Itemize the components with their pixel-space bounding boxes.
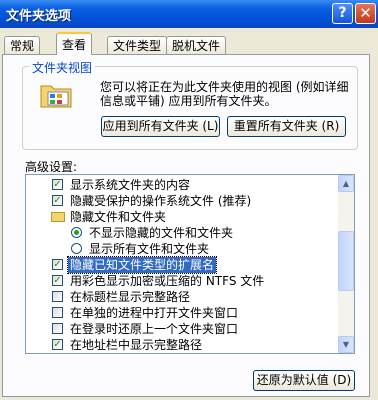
checkbox-checked[interactable]: ✓	[52, 275, 63, 286]
tab-file-types[interactable]: 文件类型	[107, 36, 168, 54]
folder-views-description: 您可以将正在为此文件夹使用的视图 (例如详细信息或平铺) 应用到所有文件夹。	[100, 80, 349, 108]
radio-selected[interactable]	[71, 227, 82, 238]
advanced-settings-label: 高级设置:	[25, 160, 78, 174]
close-button[interactable]: ✕	[355, 3, 376, 24]
title-bar[interactable]: 文件夹选项 ? ✕	[0, 0, 378, 28]
folder-icon	[51, 212, 65, 222]
restore-defaults-button[interactable]: 还原为默认值 (D)	[253, 370, 355, 391]
scroll-down-button[interactable]: ▼	[338, 336, 354, 353]
list-item-label: 用彩色显示加密或压缩的 NTFS 文件	[70, 274, 265, 288]
apply-to-all-folders-button[interactable]: 应用到所有文件夹 (L)	[101, 116, 220, 137]
scroll-up-button[interactable]: ▲	[338, 175, 354, 192]
folder-views-group	[22, 66, 358, 150]
tab-general[interactable]: 常规	[4, 36, 41, 54]
help-button[interactable]: ?	[332, 3, 353, 24]
list-item-label: 在地址栏中显示完整路径	[70, 338, 203, 352]
advanced-settings-list[interactable]: ✓ 显示系统文件夹的内容 ✓ 隐藏受保护的操作系统文件 (推荐) 隐藏文件和文件…	[25, 174, 355, 354]
checkbox-checked[interactable]: ✓	[52, 195, 63, 206]
checkbox-checked[interactable]: ✓	[52, 179, 63, 190]
list-item-label: 隐藏受保护的操作系统文件 (推荐)	[70, 194, 252, 208]
list-item-label: 隐藏已知文件类型的扩展名	[66, 256, 218, 274]
checkbox-checked[interactable]: ✓	[52, 339, 63, 350]
checkbox-unchecked[interactable]	[52, 307, 63, 318]
list-item-label: 不显示隐藏的文件和文件夹	[89, 226, 234, 240]
scrollbar-thumb[interactable]	[338, 231, 354, 291]
tab-offline-files[interactable]: 脱机文件	[166, 36, 227, 54]
reset-all-folders-button[interactable]: 重置所有文件夹 (R)	[227, 116, 346, 137]
list-item-label: 显示所有文件和文件夹	[89, 242, 210, 256]
checkbox-checked[interactable]: ✓	[52, 259, 63, 270]
checkbox-unchecked[interactable]	[52, 291, 63, 302]
list-item-label: 在登录时还原上一个文件夹窗口	[70, 322, 239, 336]
window-title: 文件夹选项	[6, 9, 72, 24]
tab-view[interactable]: 查看	[56, 32, 93, 55]
folder-view-icon	[40, 85, 72, 108]
checkbox-unchecked[interactable]	[52, 323, 63, 334]
vertical-scrollbar[interactable]: ▲ ▼	[338, 175, 354, 353]
list-item-label: 在单独的进程中打开文件夹窗口	[70, 306, 239, 320]
radio-unselected[interactable]	[71, 243, 82, 254]
folder-views-title: 文件夹视图	[29, 59, 96, 76]
list-item-label: 显示系统文件夹的内容	[70, 178, 191, 192]
list-item-label: 在标题栏显示完整路径	[70, 290, 191, 304]
list-item-label: 隐藏文件和文件夹	[70, 210, 167, 224]
